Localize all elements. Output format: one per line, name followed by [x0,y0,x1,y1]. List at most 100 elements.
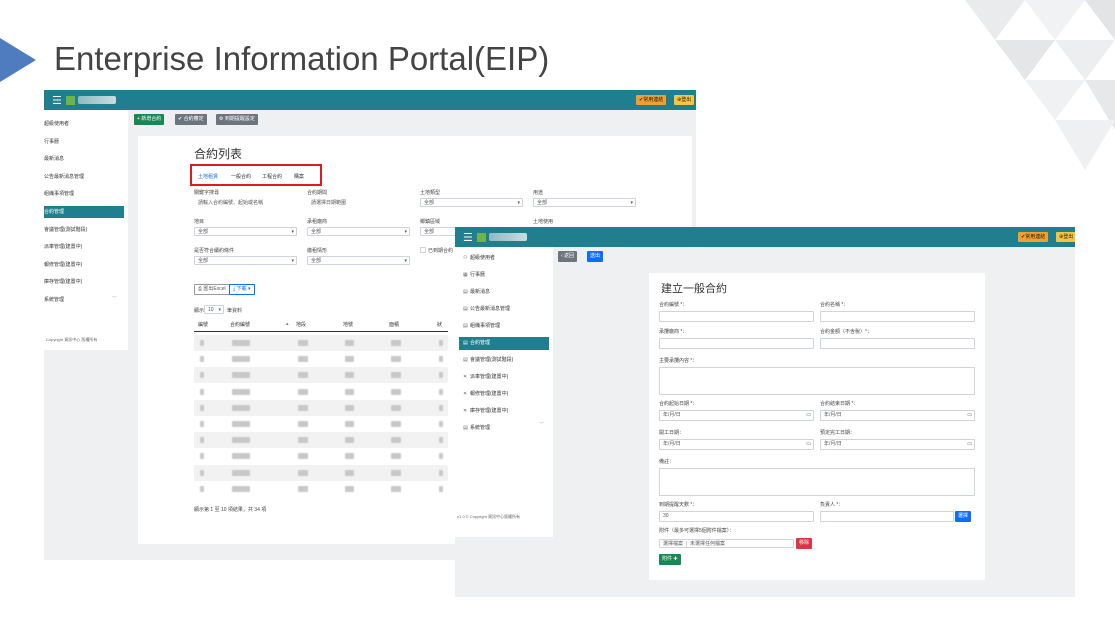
sidebar-item-8[interactable]: 報修管理(建置中) [44,259,124,271]
blurred-cell [345,485,354,492]
filter-input-3[interactable]: 全部 [533,198,636,207]
table-header-divider [194,331,448,332]
column-header-0[interactable]: 編號 [198,321,208,328]
hamburger-menu-icon[interactable]: ☰ [463,231,473,244]
logo-icon [477,233,486,242]
filter-input-1[interactable]: 請選擇日期範圍 [307,198,410,207]
select-owner-button[interactable]: 選擇 [955,511,972,522]
sidebar-item-icon: ✕ [463,391,468,397]
field-input-9[interactable] [659,468,975,496]
expiry-reminder-settings-button[interactable]: ⚙ 到期提醒設定 [216,114,258,125]
sidebar-item-6[interactable]: 會議管理(測試階段) [44,224,124,236]
sidebar-chevron-icon[interactable]: ﹀ [112,295,117,302]
blurred-cell [439,356,443,363]
blurred-cell [391,372,401,379]
blurred-cell [200,372,204,379]
remove-attachment-button[interactable]: 移除 [796,538,813,549]
card-title: 合約列表 [194,147,243,161]
sidebar-item-5[interactable]: ▤ 合約管理 [459,337,549,350]
sidebar-item-2[interactable]: 最新消息 [44,153,124,165]
blurred-cell [298,453,308,460]
sidebar-item-8[interactable]: ✕ 報修管理(建置中) [459,388,549,401]
column-header-3[interactable]: 地號 [343,321,353,328]
filter-input-8[interactable]: 全部 [194,256,297,265]
add-attachment-button[interactable]: 附件 ✚ [659,554,681,565]
sidebar-item-1[interactable]: 行事曆 [44,136,124,148]
sidebar-chevron-icon[interactable]: ﹀ [539,421,544,428]
export-excel-button[interactable]: ⎙ 匯出Excel [194,284,230,295]
field-input-4[interactable] [659,367,975,395]
submit-button[interactable]: 送出 [587,251,604,262]
sidebar: 超級使用者行事曆最新消息公告最新消息管理 組織事項管理 合約管理會議管理(測試階段)… [44,110,128,350]
sidebar-item-0[interactable]: 超級使用者 [44,118,124,130]
filter-input-2[interactable]: 全部 [420,198,523,207]
sidebar-item-1[interactable]: ▦ 行事曆 [459,269,549,282]
sidebar-item-3[interactable]: ▤ 公告最新消息管理 [459,303,549,316]
field-label-9: 備註： [659,459,675,465]
sidebar-item-4[interactable]: 組織事項管理 [44,188,124,200]
field-input-6[interactable]: 年/月/日 [820,410,975,421]
blurred-cell [298,340,308,346]
blurred-cell [391,404,401,411]
sidebar-item-label: 組織事項管理 [470,323,501,329]
sort-icon[interactable]: ▴ [286,321,289,327]
sidebar-item-5[interactable]: 合約管理 [44,206,124,218]
sidebar-item-3[interactable]: 公告最新消息管理 [44,171,124,183]
filter-input-5[interactable]: 全部 [307,227,410,236]
column-header-4[interactable]: 面積 [389,321,399,328]
sidebar-item-7[interactable]: ✕ 派車管理(建置中) [459,371,549,384]
sidebar-item-2[interactable]: ▤ 最新消息 [459,286,549,299]
sidebar-item-label: 超級使用者 [470,255,496,261]
column-header-5[interactable]: 狀 [437,321,442,328]
new-contract-button[interactable]: + 新增合約 [134,114,165,125]
download-dropdown-button[interactable]: ⤓ 下載 ▾ [229,284,255,295]
blurred-cell [391,356,401,363]
blurred-cell [391,469,401,476]
expired-checkbox[interactable] [420,247,426,253]
attachment-file-input[interactable]: 選擇檔案 未選擇任何檔案 [659,539,794,548]
field-label-5: 合約起始日期 *： [659,401,698,407]
sidebar-item-7[interactable]: 派車管理(建置中) [44,241,124,253]
sidebar-item-0[interactable]: ⚇ 超級使用者 [459,252,549,265]
page-size-select[interactable]: 10 [204,305,224,314]
field-input-2[interactable] [659,338,814,349]
blurred-cell [298,469,308,476]
quick-links-button[interactable]: ✔常用連結 [1018,232,1049,242]
hamburger-menu-icon[interactable]: ☰ [52,94,62,107]
page-size-prefix: 顯示 [194,308,205,314]
back-button[interactable]: ‹ 返回 [558,251,578,262]
sidebar-item-icon: ▤ [463,289,468,295]
field-input-1[interactable] [820,311,975,322]
blurred-cell [232,356,250,363]
filter-input-0[interactable]: 請輸入合約編號、起始或名稱 [194,198,297,207]
sidebar-item-4[interactable]: ▤ 組織事項管理 [459,320,549,333]
logout-button[interactable]: ⊕登出 [674,95,695,105]
logout-button[interactable]: ⊕登出 [1056,232,1075,242]
field-input-8[interactable]: 年/月/日 [820,439,975,450]
filter-input-9[interactable]: 全部 [307,256,410,265]
field-input-11[interactable] [820,511,954,522]
blurred-cell [298,437,308,444]
filter-input-4[interactable]: 全部 [194,227,297,236]
column-header-1[interactable]: 合約編號 [230,321,250,328]
sidebar-item-6[interactable]: ▤ 會議管理(測試階段) [459,354,549,367]
field-input-3[interactable] [820,338,975,349]
field-input-5[interactable]: 年/月/日 [659,410,814,421]
sidebar-item-9[interactable]: ✕ 庫存管理(建置中) [459,405,549,418]
field-input-7[interactable]: 年/月/日 [659,439,814,450]
blurred-app-name [489,233,527,241]
quick-links-button[interactable]: ✔常用連結 [636,95,667,105]
sidebar-item-icon: ▤ [463,340,468,346]
contract-review-button[interactable]: ✔ 合約審定 [175,114,207,125]
blurred-cell [439,340,443,346]
field-input-0[interactable] [659,311,814,322]
choose-file-button[interactable]: 選擇檔案 [663,541,688,547]
blurred-cell [232,453,250,460]
column-header-2[interactable]: 地段 [296,321,306,328]
field-input-10[interactable]: 30 [659,511,814,522]
blurred-cell [439,372,443,379]
sidebar-item-icon: ▤ [463,357,468,363]
blurred-cell [298,485,308,492]
sidebar-item-10[interactable]: ▤ 系統管理 [459,422,549,435]
sidebar-item-9[interactable]: 庫存管理(建置中) [44,276,124,288]
